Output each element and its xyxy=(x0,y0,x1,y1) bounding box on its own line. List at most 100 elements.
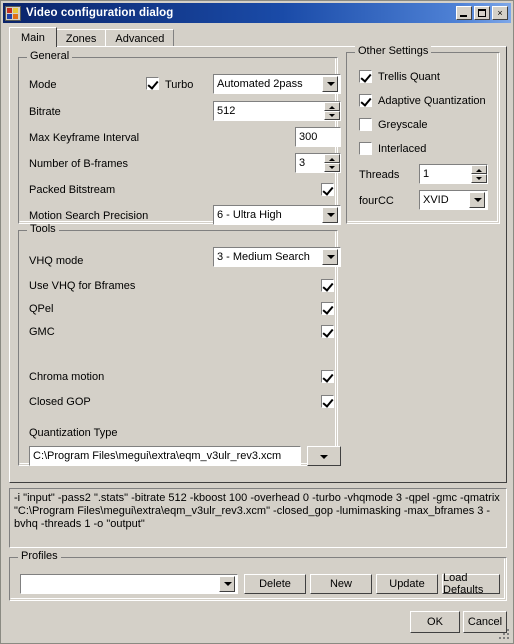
tab-zones-label: Zones xyxy=(65,32,97,45)
mode-combo[interactable]: Automated 2pass xyxy=(213,74,341,94)
maximize-button[interactable] xyxy=(474,6,490,20)
new-profile-label: New xyxy=(329,578,352,590)
threads-spin-down[interactable] xyxy=(471,174,487,183)
gmc-checkbox[interactable] xyxy=(321,325,334,338)
ok-button[interactable]: OK xyxy=(410,611,460,633)
command-line-preview: -i "input" -pass2 ".stats" -bitrate 512 … xyxy=(9,488,507,548)
bitrate-spin-buttons[interactable] xyxy=(324,102,340,120)
max-keyframe-interval-input[interactable]: 300 xyxy=(295,127,341,147)
bitrate-spin-up[interactable] xyxy=(324,102,340,111)
threads-spin-buttons[interactable] xyxy=(471,165,487,183)
use-vhq-for-bframes-label: Use VHQ for Bframes xyxy=(29,280,136,292)
threads-spin-up[interactable] xyxy=(471,165,487,174)
window-controls: × xyxy=(454,6,511,20)
threads-spinner[interactable]: 1 xyxy=(419,164,488,184)
adaptive-quantization-checkbox[interactable] xyxy=(359,94,372,107)
chevron-down-icon[interactable] xyxy=(322,249,338,265)
greyscale-label: Greyscale xyxy=(378,119,428,131)
bitrate-spinner[interactable]: 512 xyxy=(213,101,341,121)
chevron-down-icon[interactable] xyxy=(322,76,338,92)
ok-label: OK xyxy=(427,616,443,628)
resize-grip[interactable] xyxy=(498,628,510,640)
tab-zones[interactable]: Zones xyxy=(55,29,107,47)
quantization-type-label: Quantization Type xyxy=(29,427,118,439)
max-keyframe-interval-label: Max Keyframe Interval xyxy=(29,132,140,144)
close-button[interactable]: × xyxy=(492,6,508,20)
delete-profile-label: Delete xyxy=(259,578,291,590)
fourcc-label: fourCC xyxy=(359,195,394,207)
cancel-label: Cancel xyxy=(467,616,503,628)
tab-advanced-label: Advanced xyxy=(115,32,165,45)
tools-group-label: Tools xyxy=(27,224,59,235)
fourcc-value: XVID xyxy=(423,194,449,206)
motion-search-precision-combo[interactable]: 6 - Ultra High xyxy=(213,205,341,225)
qpel-checkbox[interactable] xyxy=(321,302,334,315)
chevron-down-icon xyxy=(320,450,328,462)
turbo-checkbox[interactable] xyxy=(146,77,159,90)
bframes-spin-down[interactable] xyxy=(324,163,340,172)
fourcc-combo[interactable]: XVID xyxy=(419,190,488,210)
threads-label: Threads xyxy=(359,169,400,181)
tab-page-main: General Mode Turbo Automated 2pass Bitra… xyxy=(9,46,507,483)
vhq-mode-value: 3 - Medium Search xyxy=(217,251,310,263)
title-bar: Video configuration dialog × xyxy=(3,3,511,23)
delete-profile-button[interactable]: Delete xyxy=(244,574,306,594)
other-settings-group: Other Settings Trellis Quant Adaptive Qu… xyxy=(346,46,500,224)
load-defaults-button[interactable]: Load Defaults xyxy=(442,572,500,596)
adaptive-quantization-label: Adaptive Quantization xyxy=(378,95,486,107)
update-profile-label: Update xyxy=(389,578,425,590)
motion-search-precision-value: 6 - Ultra High xyxy=(217,209,282,221)
bitrate-value: 512 xyxy=(217,105,236,117)
interlaced-label: Interlaced xyxy=(378,143,427,155)
bframes-spin-buttons[interactable] xyxy=(324,154,340,172)
interlaced-checkbox[interactable] xyxy=(359,142,372,155)
window-title: Video configuration dialog xyxy=(26,7,174,19)
quantization-type-dropdown-button[interactable] xyxy=(307,446,341,466)
profiles-group: Profiles Delete New Update Load Defaults xyxy=(9,551,507,601)
trellis-quant-label: Trellis Quant xyxy=(378,71,440,83)
minimize-button[interactable] xyxy=(456,6,472,20)
quantization-type-input[interactable]: C:\Program Files\megui\extra\eqm_v3ulr_r… xyxy=(29,446,301,466)
turbo-label: Turbo xyxy=(165,79,194,91)
video-configuration-dialog: Video configuration dialog × Main Zones … xyxy=(0,0,514,644)
chroma-motion-label: Chroma motion xyxy=(29,371,105,383)
number-of-bframes-spinner[interactable]: 3 xyxy=(295,153,341,173)
bframes-spin-up[interactable] xyxy=(324,154,340,163)
packed-bitstream-checkbox[interactable] xyxy=(321,183,334,196)
use-vhq-for-bframes-checkbox[interactable] xyxy=(321,279,334,292)
general-group-label: General xyxy=(27,51,73,62)
tools-group: Tools VHQ mode 3 - Medium Search Use VHQ… xyxy=(18,224,341,466)
chevron-down-icon[interactable] xyxy=(469,192,485,208)
chevron-down-icon[interactable] xyxy=(219,576,235,592)
max-keyframe-interval-value: 300 xyxy=(299,131,318,143)
profiles-group-label: Profiles xyxy=(18,551,61,562)
update-profile-button[interactable]: Update xyxy=(376,574,438,594)
new-profile-button[interactable]: New xyxy=(310,574,372,594)
other-settings-group-label: Other Settings xyxy=(355,46,432,57)
bitrate-spin-down[interactable] xyxy=(324,111,340,120)
vhq-mode-combo[interactable]: 3 - Medium Search xyxy=(213,247,341,267)
load-defaults-label: Load Defaults xyxy=(443,572,484,596)
greyscale-checkbox[interactable] xyxy=(359,118,372,131)
chroma-motion-checkbox[interactable] xyxy=(321,370,334,383)
mode-combo-value: Automated 2pass xyxy=(217,78,303,90)
number-of-bframes-label: Number of B-frames xyxy=(29,158,129,170)
trellis-quant-checkbox[interactable] xyxy=(359,70,372,83)
threads-value: 1 xyxy=(423,168,430,180)
tab-main[interactable]: Main xyxy=(9,27,57,47)
number-of-bframes-value: 3 xyxy=(299,157,306,169)
close-icon: × xyxy=(497,7,503,18)
gmc-label: GMC xyxy=(29,326,55,338)
closed-gop-checkbox[interactable] xyxy=(321,395,334,408)
bitrate-label: Bitrate xyxy=(29,106,61,118)
tab-advanced[interactable]: Advanced xyxy=(105,29,175,47)
motion-search-precision-label: Motion Search Precision xyxy=(29,210,149,222)
vhq-mode-label: VHQ mode xyxy=(29,255,84,267)
mode-label: Mode xyxy=(29,79,57,91)
closed-gop-label: Closed GOP xyxy=(29,396,91,408)
qpel-label: QPel xyxy=(29,303,54,315)
profile-combo[interactable] xyxy=(20,574,238,594)
packed-bitstream-label: Packed Bitstream xyxy=(29,184,116,196)
chevron-down-icon[interactable] xyxy=(322,207,338,223)
quantization-type-value: C:\Program Files\megui\extra\eqm_v3ulr_r… xyxy=(33,450,282,462)
